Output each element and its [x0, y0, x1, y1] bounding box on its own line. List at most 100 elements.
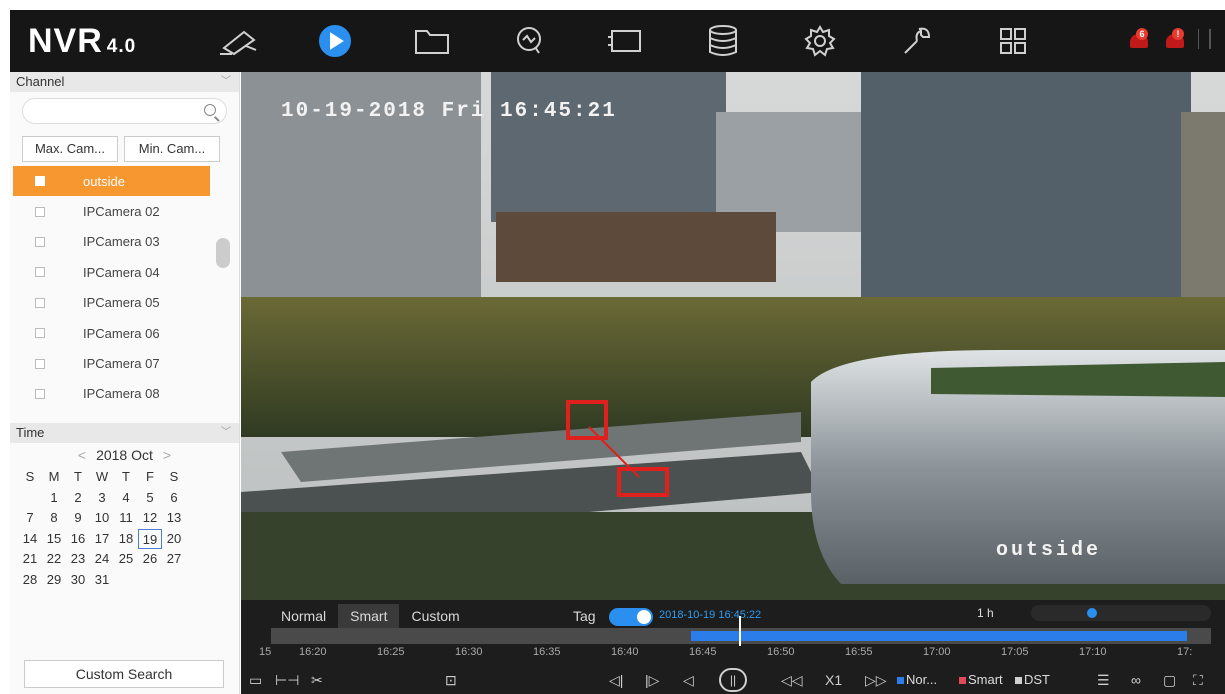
calendar-day[interactable]: 1: [42, 488, 66, 509]
channel-header[interactable]: Channel ﹀: [10, 72, 239, 92]
calendar-day[interactable]: 21: [18, 549, 42, 570]
channel-checkbox[interactable]: [35, 358, 45, 369]
recording-segment: [923, 631, 931, 641]
timeline-zoom-slider[interactable]: [1031, 605, 1211, 621]
timeline-track[interactable]: [271, 628, 1211, 644]
tab-smart[interactable]: Smart: [338, 604, 400, 628]
calendar-day[interactable]: 22: [42, 549, 66, 570]
recording-segment: [987, 631, 995, 641]
calendar-day[interactable]: 16: [66, 529, 90, 550]
channel-checkbox[interactable]: [35, 176, 45, 187]
channel-item[interactable]: IPCamera 04: [10, 257, 239, 287]
recording-segment: [731, 631, 739, 641]
folder-icon[interactable]: ▭: [249, 666, 262, 694]
calendar-day[interactable]: 23: [66, 549, 90, 570]
channel-checkbox[interactable]: [35, 236, 45, 247]
next-frame-icon[interactable]: |▷: [645, 666, 659, 694]
calendar-day[interactable]: 19: [138, 528, 162, 550]
channel-checkbox[interactable]: [35, 388, 45, 399]
maintenance-icon[interactable]: [892, 10, 942, 72]
time-header[interactable]: Time ﹀: [10, 423, 239, 444]
exception-icon[interactable]: !: [1162, 28, 1188, 50]
file-management-icon[interactable]: [407, 10, 457, 72]
min-cam-button[interactable]: Min. Cam...: [124, 136, 220, 162]
clip-icon[interactable]: ⊢⊣: [275, 666, 299, 694]
dual-view-icon[interactable]: ∞: [1131, 666, 1141, 694]
configuration-icon[interactable]: [795, 10, 845, 72]
channel-checkbox[interactable]: [35, 206, 45, 217]
tab-custom[interactable]: Custom: [399, 604, 471, 628]
video-view[interactable]: 10-19-2018 Fri 16:45:21 outside: [241, 72, 1225, 600]
cut-icon[interactable]: ✂: [311, 666, 323, 694]
calendar-day[interactable]: 18: [114, 529, 138, 550]
power-icon[interactable]: [1209, 29, 1223, 49]
timeline-playhead[interactable]: [739, 616, 741, 646]
calendar-day[interactable]: 3: [90, 488, 114, 509]
calendar-day[interactable]: 20: [162, 529, 186, 550]
next-month-icon[interactable]: >: [163, 447, 171, 463]
calendar-day[interactable]: 13: [162, 508, 186, 529]
channel-item[interactable]: IPCamera 08: [10, 379, 239, 409]
custom-search-button[interactable]: Custom Search: [24, 660, 224, 688]
recording-segment: [1131, 631, 1139, 641]
calendar-day[interactable]: 30: [66, 570, 90, 591]
window-icon[interactable]: ▢: [1163, 666, 1176, 694]
speed-up-icon[interactable]: ▷▷: [865, 666, 887, 694]
calendar-day[interactable]: 7: [18, 508, 42, 529]
tag-toggle[interactable]: [609, 608, 653, 626]
list-icon[interactable]: ☰: [1097, 666, 1110, 694]
calendar-day[interactable]: 2: [66, 488, 90, 509]
calendar-day[interactable]: 27: [162, 549, 186, 570]
calendar-day[interactable]: 24: [90, 549, 114, 570]
weekday-label: T: [122, 469, 130, 485]
fullscreen-icon[interactable]: ⛶: [1193, 666, 1203, 694]
reverse-play-icon[interactable]: ◁: [683, 666, 694, 694]
calendar-day[interactable]: 14: [18, 529, 42, 550]
calendar-day[interactable]: 6: [162, 488, 186, 509]
live-view-icon[interactable]: [215, 10, 265, 72]
export-icon[interactable]: ⊡: [445, 666, 457, 694]
channel-item[interactable]: IPCamera 05: [10, 288, 239, 318]
recording-segment: [1075, 631, 1083, 641]
calendar-day[interactable]: 9: [66, 508, 90, 529]
channel-item[interactable]: IPCamera 06: [10, 318, 239, 348]
calendar-day[interactable]: 29: [42, 570, 66, 591]
calendar-day[interactable]: 15: [42, 529, 66, 550]
channel-scrollbar[interactable]: [216, 238, 230, 268]
recording-segment: [995, 631, 1003, 641]
calendar-day[interactable]: 26: [138, 549, 162, 570]
channel-checkbox[interactable]: [35, 328, 45, 339]
calendar-day[interactable]: 28: [18, 570, 42, 591]
channel-search-input[interactable]: [22, 98, 227, 124]
prev-frame-icon[interactable]: ◁|: [609, 666, 623, 694]
tab-normal[interactable]: Normal: [269, 604, 338, 628]
channel-item[interactable]: IPCamera 07: [10, 348, 239, 378]
max-cam-button[interactable]: Max. Cam...: [22, 136, 118, 162]
calendar-day[interactable]: 12: [138, 508, 162, 529]
slow-down-icon[interactable]: ◁◁: [781, 666, 803, 694]
calendar-day[interactable]: 8: [42, 508, 66, 529]
calendar-day[interactable]: 10: [90, 508, 114, 529]
calendar-day[interactable]: 17: [90, 529, 114, 550]
calendar-day[interactable]: 4: [114, 488, 138, 509]
channel-item[interactable]: IPCamera 03: [10, 227, 239, 257]
channel-item[interactable]: outside: [13, 166, 210, 197]
smart-analysis-icon[interactable]: [504, 10, 554, 72]
calendar-empty: [18, 488, 42, 509]
device-icon[interactable]: [601, 10, 651, 72]
playback-icon[interactable]: [310, 10, 360, 72]
search-icon[interactable]: [204, 104, 216, 116]
legend-normal: Nor...: [897, 666, 937, 694]
prev-month-icon[interactable]: <: [78, 447, 86, 463]
storage-icon[interactable]: [698, 10, 748, 72]
menu-grid-icon[interactable]: [988, 10, 1038, 72]
calendar-day[interactable]: 11: [114, 508, 138, 529]
channel-checkbox[interactable]: [35, 267, 45, 278]
alarm-icon[interactable]: 6: [1126, 28, 1152, 50]
channel-item[interactable]: IPCamera 02: [10, 196, 239, 226]
channel-checkbox[interactable]: [35, 297, 45, 308]
pause-icon[interactable]: ||: [719, 668, 747, 692]
calendar-day[interactable]: 31: [90, 570, 114, 591]
calendar-day[interactable]: 5: [138, 488, 162, 509]
calendar-day[interactable]: 25: [114, 549, 138, 570]
